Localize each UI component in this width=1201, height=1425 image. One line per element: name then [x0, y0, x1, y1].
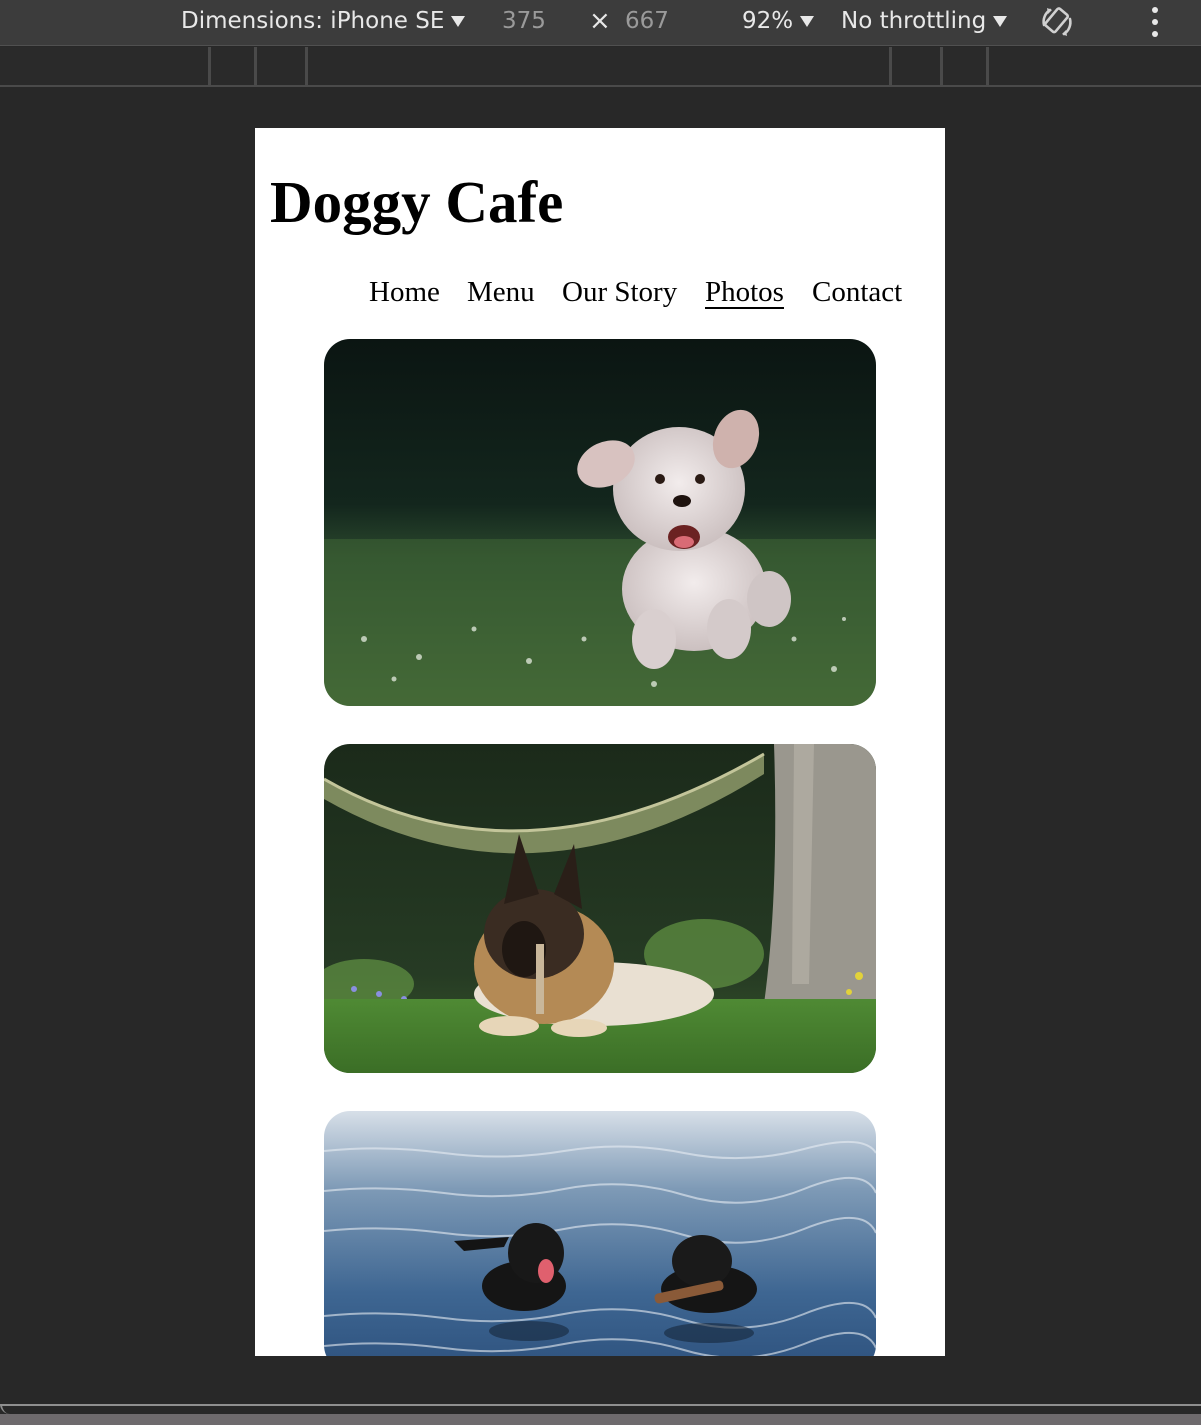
- window-bottom-edge: [0, 1376, 1201, 1425]
- media-query-marker[interactable]: [254, 47, 257, 85]
- nav-link-home[interactable]: Home: [369, 276, 440, 309]
- photo-swimming-dogs: [324, 1111, 876, 1356]
- photo-shepherd-dog: [324, 744, 876, 1073]
- throttling-label: No throttling: [841, 8, 987, 34]
- rotate-icon[interactable]: [1038, 3, 1076, 41]
- nav-link-menu[interactable]: Menu: [467, 276, 535, 309]
- chevron-down-icon: [800, 15, 815, 27]
- site-title: Doggy Cafe: [270, 169, 564, 235]
- height-value: 667: [625, 8, 669, 34]
- photo-running-dog: [324, 339, 876, 706]
- times-icon: ×: [589, 6, 611, 36]
- media-query-marker[interactable]: [986, 47, 989, 85]
- zoom-label: 92%: [742, 8, 794, 34]
- more-options-icon[interactable]: [1146, 7, 1164, 37]
- zoom-select[interactable]: 92%: [742, 0, 815, 42]
- nav-link-our-story[interactable]: Our Story: [562, 276, 677, 309]
- media-query-marker[interactable]: [305, 47, 308, 85]
- nav-link-contact[interactable]: Contact: [812, 276, 902, 309]
- nav-link-photos[interactable]: Photos: [705, 276, 784, 309]
- device-dimensions-select[interactable]: Dimensions: iPhone SE: [181, 0, 466, 42]
- site-nav: Home Menu Our Story Photos Contact: [255, 276, 945, 316]
- chevron-down-icon: [993, 15, 1008, 27]
- width-input[interactable]: 375: [502, 0, 546, 42]
- throttling-select[interactable]: No throttling: [841, 0, 1008, 42]
- height-input[interactable]: 667: [625, 0, 669, 42]
- device-dimensions-label: Dimensions: iPhone SE: [181, 8, 445, 34]
- media-query-marker[interactable]: [889, 47, 892, 85]
- device-viewport[interactable]: Doggy Cafe Home Menu Our Story Photos Co…: [255, 128, 945, 1356]
- media-query-bar: [0, 47, 1201, 87]
- chevron-down-icon: [451, 15, 466, 27]
- media-query-marker[interactable]: [940, 47, 943, 85]
- width-value: 375: [502, 8, 546, 34]
- media-query-marker[interactable]: [208, 47, 211, 85]
- device-toolbar: Dimensions: iPhone SE 375 × 667 92% No t…: [0, 0, 1201, 46]
